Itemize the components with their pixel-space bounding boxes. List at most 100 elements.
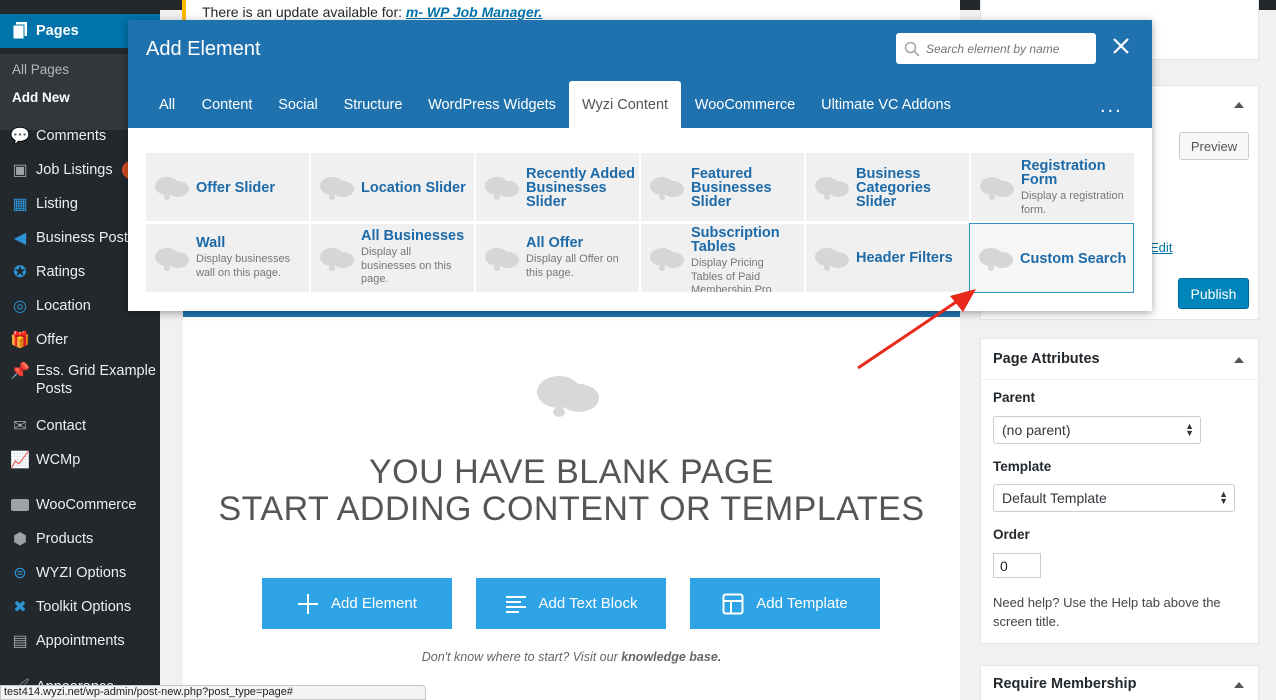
star-icon: ✪ <box>13 264 27 281</box>
element-description: Display all businesses on this page. <box>361 246 452 285</box>
knowledge-base-link[interactable]: knowledge base. <box>621 650 721 664</box>
megaphone-icon: ◀ <box>13 230 27 247</box>
red-arrow-annotation <box>857 289 976 370</box>
sidebar-item-wyzi-options[interactable]: ⊜ WYZI Options <box>0 556 160 590</box>
element-description: Display businesses wall on this page. <box>196 253 291 279</box>
element-title: Wall <box>196 235 226 251</box>
element-title: Offer Slider <box>196 180 275 196</box>
element-bubble-icon <box>650 248 684 271</box>
order-input[interactable]: 0 <box>993 553 1041 578</box>
sidebar-item-label: Toolkit Options <box>36 599 132 615</box>
more-tabs-icon[interactable]: ... <box>1100 95 1123 118</box>
sidebar-item-contact[interactable]: ✉ Contact <box>0 409 160 443</box>
parent-select[interactable]: (no parent) ▲ ▼ <box>993 416 1201 444</box>
template-select[interactable]: Default Template ▲ ▼ <box>993 484 1235 512</box>
element-registration-form[interactable]: Registration Form Display a registration… <box>971 153 1134 221</box>
add-text-block-button[interactable]: Add Text Block <box>476 578 666 629</box>
tab-woocommerce[interactable]: WooCommerce <box>688 81 802 128</box>
plus-icon <box>298 593 319 614</box>
element-search-input[interactable] <box>926 41 1096 56</box>
pages-icon <box>8 21 32 41</box>
mail-icon: ✉ <box>13 418 27 435</box>
add-template-button[interactable]: Add Template <box>690 578 880 629</box>
element-all-businesses[interactable]: All Businesses Display all businesses on… <box>311 224 474 292</box>
location-icon: ◎ <box>13 298 27 315</box>
pin-icon: 📌 <box>9 363 30 380</box>
element-description: Display all Offer on this page. <box>526 253 619 279</box>
tab-ultimate-vc-addons[interactable]: Ultimate VC Addons <box>814 81 958 128</box>
close-icon[interactable] <box>1111 36 1131 56</box>
tab-all[interactable]: All <box>150 81 184 128</box>
element-bubble-icon <box>485 248 519 271</box>
sidebar-item-wcmp[interactable]: 📈 WCMp <box>0 443 160 477</box>
tab-wyzi-content[interactable]: Wyzi Content <box>569 81 681 128</box>
divider <box>981 379 1258 380</box>
element-subscription-tables[interactable]: Subscription Tables Display Pricing Tabl… <box>641 224 804 292</box>
hint-text: Don't know where to start? Visit our <box>421 650 618 664</box>
tab-structure[interactable]: Structure <box>336 81 410 128</box>
modal-header: Add Element All Content Social Structure… <box>128 20 1152 128</box>
parent-label: Parent <box>993 390 1036 405</box>
tab-content[interactable]: Content <box>194 81 260 128</box>
element-header-filters[interactable]: Header Filters <box>806 224 969 292</box>
collapse-caret-icon[interactable] <box>1234 682 1244 688</box>
element-title: Custom Search <box>1020 251 1127 267</box>
submenu-all-pages[interactable]: All Pages <box>12 62 69 77</box>
sidebar-item-ess-grid[interactable]: 📌 Ess. Grid Example Posts <box>0 362 160 404</box>
element-title: All Businesses <box>361 228 465 244</box>
element-bubble-icon <box>979 248 1013 271</box>
sidebar-item-label: Comments <box>36 128 107 144</box>
element-business-categories-slider[interactable]: Business Categories Slider <box>806 153 969 221</box>
add-element-button[interactable]: Add Element <box>262 578 452 629</box>
element-bubble-icon <box>815 248 849 271</box>
element-wall[interactable]: Wall Display businesses wall on this pag… <box>146 224 309 292</box>
update-notice: There is an update available for: m- WP … <box>182 0 960 22</box>
text-lines-icon <box>505 595 526 613</box>
edit-link[interactable]: Edit <box>1150 240 1172 255</box>
add-element-label: Add Element <box>331 595 417 612</box>
collapse-caret-icon[interactable] <box>1234 357 1244 363</box>
element-recently-added-businesses-slider[interactable]: Recently Added Businesses Slider <box>476 153 639 221</box>
sidebar-item-label: Location <box>36 298 91 314</box>
sidebar-item-offer[interactable]: 🎁 Offer <box>0 323 160 357</box>
order-label: Order <box>993 527 1030 542</box>
preview-button[interactable]: Preview <box>1179 132 1249 160</box>
element-description: Display a registration form. <box>1021 190 1124 216</box>
collapse-caret-icon[interactable] <box>1234 102 1244 108</box>
toggle-icon: ⊜ <box>13 565 27 582</box>
element-custom-search[interactable]: Custom Search <box>969 223 1134 293</box>
page-attributes-title: Page Attributes <box>993 351 1100 367</box>
woo-icon <box>8 495 32 515</box>
sidebar-item-products[interactable]: ⬢ Products <box>0 522 160 556</box>
sidebar-item-woocommerce[interactable]: WooCommerce <box>0 488 160 522</box>
element-search-box[interactable] <box>896 33 1096 64</box>
element-location-slider[interactable]: Location Slider <box>311 153 474 221</box>
tab-social[interactable]: Social <box>270 81 326 128</box>
element-all-offer[interactable]: All Offer Display all Offer on this page… <box>476 224 639 292</box>
notice-plugin-link[interactable]: m- WP Job Manager. <box>406 4 542 20</box>
select-arrows-icon: ▲ ▼ <box>1185 421 1194 438</box>
element-featured-businesses-slider[interactable]: Featured Businesses Slider <box>641 153 804 221</box>
status-bar-url: test414.wyzi.net/wp-admin/post-new.php?p… <box>0 685 426 700</box>
sidebar-item-label: Pages <box>36 23 79 39</box>
sidebar-item-appointments[interactable]: ▤ Appointments <box>0 624 160 658</box>
publish-button[interactable]: Publish <box>1178 278 1249 309</box>
sidebar-item-label: Ratings <box>36 264 86 280</box>
element-title: Location Slider <box>361 180 466 196</box>
submenu-add-new[interactable]: Add New <box>12 90 70 105</box>
add-text-block-label: Add Text Block <box>538 595 638 612</box>
element-title: Business Categories Slider <box>856 166 931 210</box>
tab-wordpress-widgets[interactable]: WordPress Widgets <box>420 81 564 128</box>
element-bubble-icon <box>980 177 1014 200</box>
blank-title-line2: START ADDING CONTENT OR TEMPLATES <box>218 490 925 528</box>
element-offer-slider[interactable]: Offer Slider <box>146 153 309 221</box>
add-template-label: Add Template <box>756 595 848 612</box>
sidebar-item-toolkit-options[interactable]: ✖ Toolkit Options <box>0 590 160 624</box>
tools-icon: ✖ <box>13 599 27 616</box>
sidebar-item-label: Ess. Grid Example Posts <box>35 363 156 397</box>
help-text: Need help? Use the Help tab above the sc… <box>993 595 1221 629</box>
sidebar-item-label: WYZI Options <box>36 565 127 581</box>
template-icon <box>722 593 744 614</box>
sidebar-item-label: Products <box>36 531 94 547</box>
element-grid: Offer Slider Location Slider Recently Ad… <box>146 153 1134 293</box>
